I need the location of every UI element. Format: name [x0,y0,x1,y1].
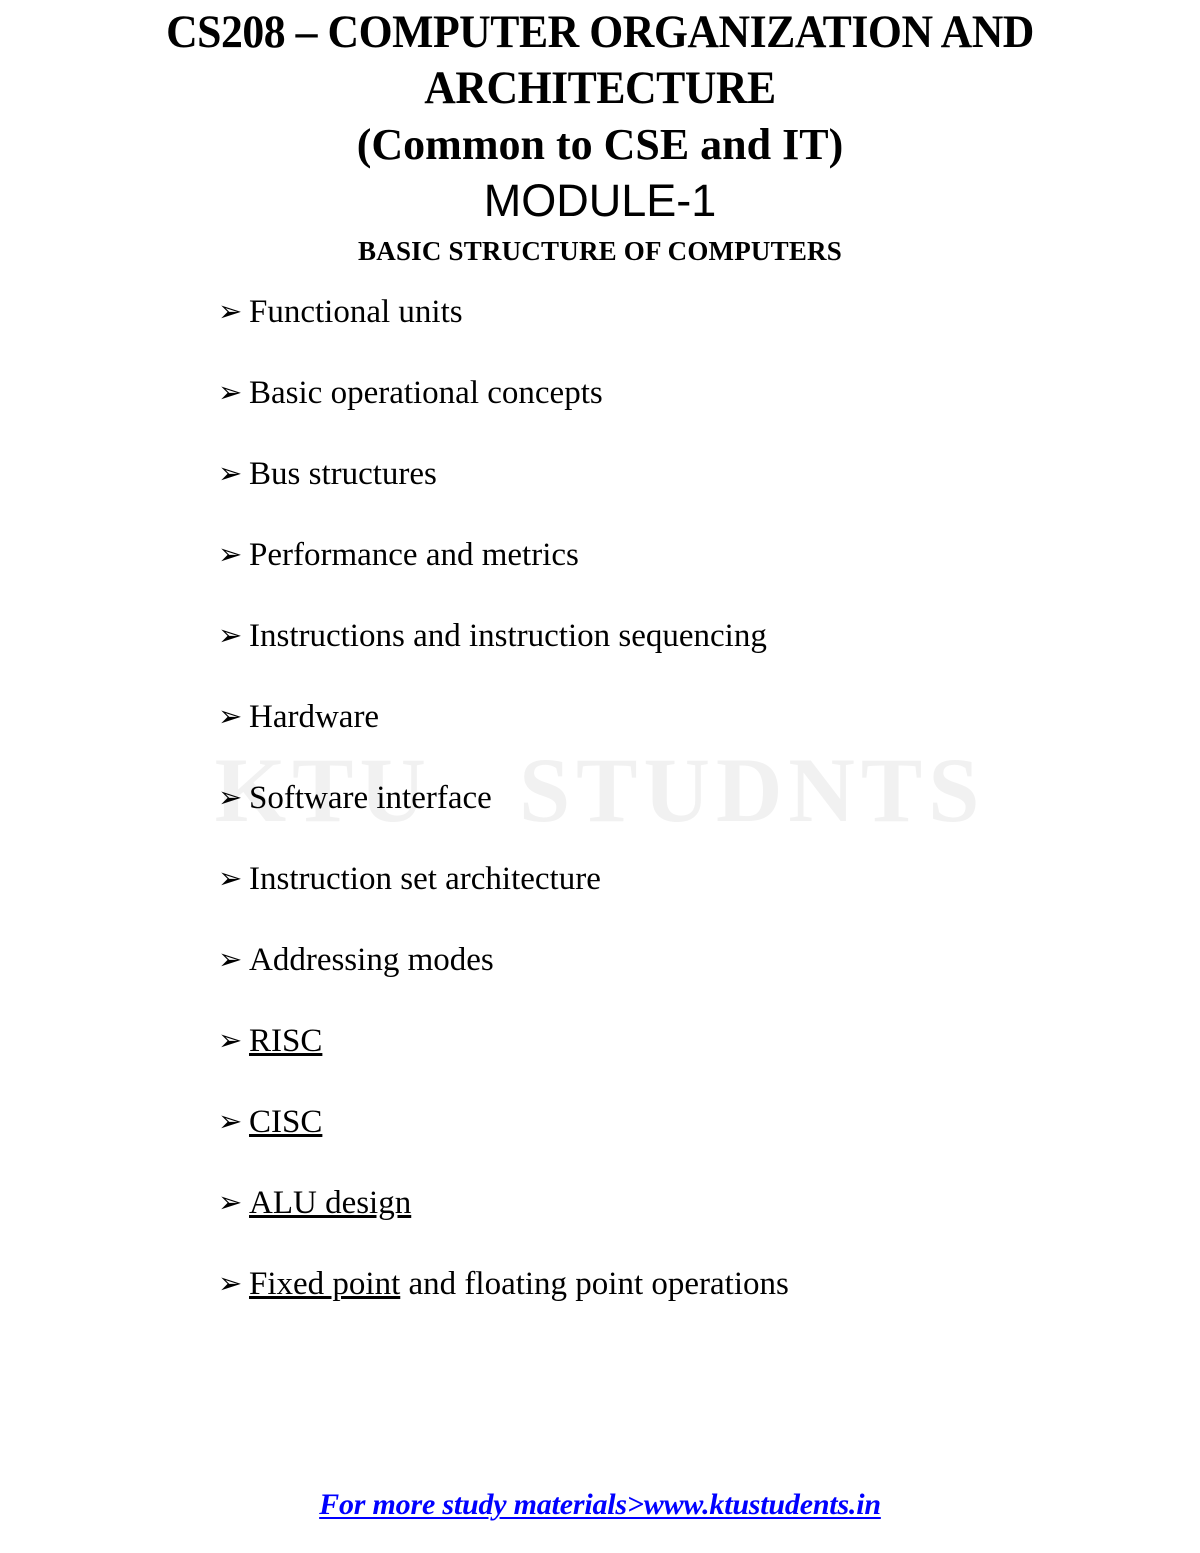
topic-label: ALU design [249,1185,412,1221]
topic-item: ➢ Hardware [218,698,1200,737]
topic-label: Instructions and instruction sequencing [249,618,767,654]
topic-item: ➢ Functional units [218,293,1200,332]
arrow-bullet-icon: ➢ [218,1187,243,1219]
topic-item: ➢ Performance and metrics [218,536,1200,575]
module-subtitle: BASIC STRUCTURE OF COMPUTERS [358,236,842,266]
topic-label: Hardware [249,699,380,735]
arrow-bullet-icon: ➢ [218,458,243,490]
document-header: CS208 – COMPUTER ORGANIZATION AND ARCHIT… [0,0,1200,271]
arrow-bullet-icon: ➢ [218,863,243,895]
topic-label: CISC [249,1104,323,1140]
topic-label: Basic operational concepts [249,375,603,411]
topic-item: ➢ Basic operational concepts [218,374,1200,413]
topic-item: ➢ ALU design [218,1184,1200,1223]
course-title: CS208 – COMPUTER ORGANIZATION AND ARCHIT… [166,6,1034,114]
course-common-to: (Common to CSE and IT) [356,120,844,169]
topic-item: ➢ Fixed point and floating point operatio… [218,1265,1200,1304]
topic-label: Fixed point and floating point operation… [249,1265,789,1304]
arrow-bullet-icon: ➢ [218,1025,243,1057]
topic-label: RISC [249,1023,323,1059]
arrow-bullet-icon: ➢ [218,701,243,733]
topic-label: Functional units [249,294,463,330]
arrow-bullet-icon: ➢ [218,620,243,652]
arrow-bullet-icon: ➢ [218,1268,243,1300]
arrow-bullet-icon: ➢ [218,377,243,409]
topic-label: Addressing modes [249,942,494,978]
arrow-bullet-icon: ➢ [218,1106,243,1138]
topic-item: ➢ Instruction set architecture [218,860,1200,899]
topic-list: ➢ Functional units ➢ Basic operational conc… [0,271,1200,1304]
arrow-bullet-icon: ➢ [218,539,243,571]
study-materials-link[interactable]: For more study materials>www.ktustudents… [319,1488,881,1521]
document-page: KTU STUDNTS CS208 – COMPUTER ORGANIZATIO… [0,0,1200,1553]
topic-item: ➢ RISC [218,1022,1200,1061]
topic-label: Performance and metrics [249,537,579,573]
topic-item: ➢ Bus structures [218,455,1200,494]
topic-label-underlined-part: Fixed point [249,1266,401,1302]
arrow-bullet-icon: ➢ [218,782,243,814]
topic-item: ➢ Software interface [218,779,1200,818]
module-title: MODULE-1 [483,175,717,226]
topic-label-plain-part: and floating point operations [400,1266,789,1302]
arrow-bullet-icon: ➢ [218,296,243,328]
topic-label: Bus structures [249,456,437,492]
topic-item: ➢ Instructions and instruction sequencing [218,617,1200,656]
topic-item: ➢ Addressing modes [218,941,1200,980]
footer: For more study materials>www.ktustudents… [0,1487,1200,1523]
topic-label: Instruction set architecture [249,861,601,897]
arrow-bullet-icon: ➢ [218,944,243,976]
topic-item: ➢ CISC [218,1103,1200,1142]
topic-label: Software interface [249,780,492,816]
